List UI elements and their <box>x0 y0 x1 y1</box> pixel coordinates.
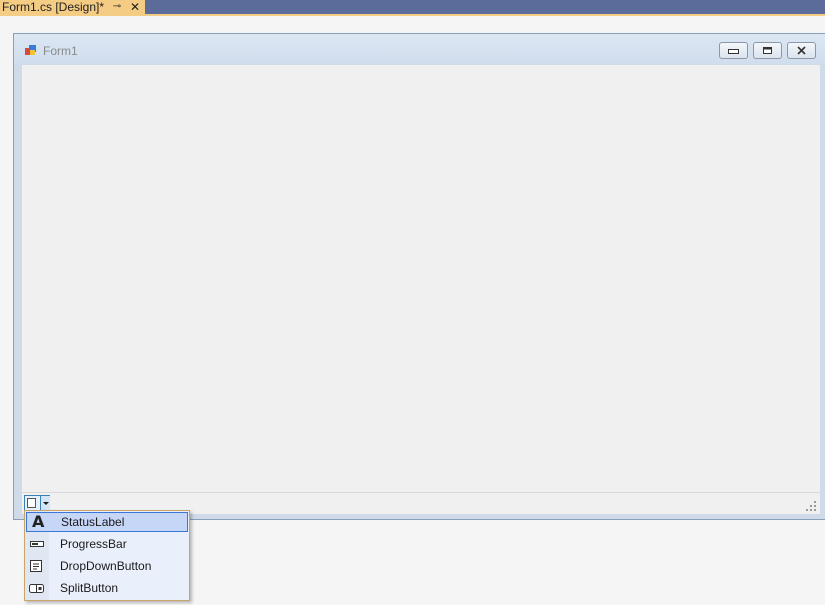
form-icon <box>25 45 36 55</box>
minimize-icon <box>728 49 739 54</box>
progress-bar-icon <box>26 534 50 554</box>
menu-item-label: ProgressBar <box>60 537 127 551</box>
menu-item-label: SplitButton <box>60 581 119 595</box>
form-client-area[interactable] <box>22 65 820 492</box>
document-tab[interactable]: Form1.cs [Design]* ⊸ ✕ <box>0 0 145 14</box>
pin-icon[interactable]: ⊸ <box>112 0 122 14</box>
menu-item-label: DropDownButton <box>60 559 152 573</box>
add-item-menu: A StatusLabel ProgressBar DropDownButton… <box>24 510 190 601</box>
menu-item-statuslabel[interactable]: A StatusLabel <box>26 512 188 532</box>
maximize-button[interactable] <box>753 42 782 59</box>
dropdown-arrow-button[interactable] <box>40 496 50 511</box>
tab-underline <box>0 14 825 16</box>
size-grip-icon[interactable] <box>806 501 816 511</box>
close-icon[interactable]: ✕ <box>129 0 141 14</box>
menu-item-splitbutton[interactable]: SplitButton <box>26 578 188 598</box>
status-label-icon: A <box>32 512 45 531</box>
maximize-icon <box>763 47 772 54</box>
split-button-icon <box>26 578 50 598</box>
form-title: Form1 <box>43 44 78 58</box>
menu-item-progressbar[interactable]: ProgressBar <box>26 534 188 554</box>
minimize-button[interactable] <box>719 42 748 59</box>
close-window-icon <box>797 46 806 55</box>
dropdown-button-icon <box>26 556 50 576</box>
form-titlebar: Form1 <box>14 34 825 64</box>
menu-item-dropdownbutton[interactable]: DropDownButton <box>26 556 188 576</box>
chevron-down-icon <box>43 502 49 505</box>
close-button[interactable] <box>787 42 816 59</box>
form-designer-window[interactable]: Form1 <box>13 33 825 520</box>
menu-item-label: StatusLabel <box>61 515 125 529</box>
document-tab-title: Form1.cs [Design]* <box>2 0 105 14</box>
status-item-icon <box>27 498 36 508</box>
